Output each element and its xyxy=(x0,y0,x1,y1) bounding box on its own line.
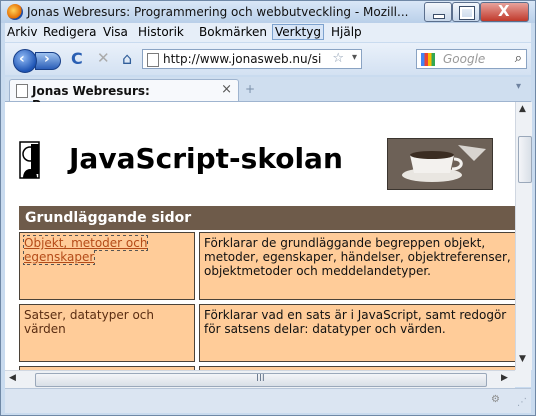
table-cell-link: Objekt, metoder och egenskaper xyxy=(19,232,195,300)
horizontal-scroll-thumb[interactable]: III xyxy=(35,373,487,387)
connection-icon: ⚙ xyxy=(491,394,500,405)
menu-redigera[interactable]: Redigera xyxy=(43,25,96,39)
google-icon[interactable] xyxy=(421,53,435,66)
firefox-icon xyxy=(7,4,23,20)
coffee-cup-icon xyxy=(387,138,493,190)
menu-visa[interactable]: Visa xyxy=(103,25,128,39)
page-title: JavaScript-skolan xyxy=(69,142,343,175)
tab-close-icon[interactable]: × xyxy=(221,82,232,97)
search-icon[interactable]: ⌕ xyxy=(515,51,522,66)
close-icon: X xyxy=(498,2,510,20)
vertical-scrollbar[interactable]: ▲ ▼ xyxy=(515,102,532,370)
window-title: Jonas Webresurs: Programmering och webbu… xyxy=(27,5,409,19)
back-arrow-icon: ‹ xyxy=(19,51,25,67)
home-icon[interactable]: ⌂ xyxy=(122,49,132,68)
menu-arkiv[interactable]: Arkiv xyxy=(7,25,38,39)
menu-bokmarken[interactable]: Bokmärken xyxy=(199,25,267,39)
menu-hjalp[interactable]: Hjälp xyxy=(331,25,362,39)
reload-icon[interactable]: C xyxy=(71,49,83,68)
scroll-grip-icon: III xyxy=(256,373,265,384)
scroll-left-icon[interactable]: ◀ xyxy=(9,373,16,383)
browser-window: Jonas Webresurs: Programmering och webbu… xyxy=(0,0,536,416)
tab-list-icon[interactable]: ▾ xyxy=(516,81,528,95)
tab-page-icon xyxy=(16,84,28,98)
close-button[interactable]: X xyxy=(480,2,529,22)
url-dropdown-icon[interactable]: ▾ xyxy=(352,52,357,63)
minimize-button[interactable] xyxy=(424,2,452,22)
stop-icon[interactable]: ✕ xyxy=(97,49,110,67)
menu-verktyg[interactable]: Verktyg xyxy=(272,24,324,40)
title-bar[interactable]: Jonas Webresurs: Programmering och webbu… xyxy=(1,1,535,23)
scroll-right-icon[interactable]: ▶ xyxy=(501,373,508,383)
link-satser-datatyper-varden[interactable]: Satser, datatyper och värden xyxy=(24,308,154,336)
scroll-up-icon[interactable]: ▲ xyxy=(519,104,526,114)
maximize-button[interactable] xyxy=(452,2,480,22)
bookmark-star-icon[interactable]: ☆ xyxy=(332,51,344,66)
forward-button[interactable]: › xyxy=(35,51,61,70)
status-bar: ⚙ ⋰ xyxy=(5,388,531,413)
new-tab-button[interactable]: + xyxy=(245,82,255,96)
navigation-toolbar: › ‹ C ✕ ⌂ http://www.jonasweb.nu/si ☆ ▾ … xyxy=(5,43,531,75)
back-button[interactable]: ‹ xyxy=(13,49,37,73)
menu-historik[interactable]: Historik xyxy=(138,25,184,39)
search-placeholder: Google xyxy=(443,52,486,66)
table-cell-description: Förklarar vad en sats är i JavaScript, s… xyxy=(199,304,515,362)
tab-active[interactable]: Jonas Webresurs: Programm... × xyxy=(9,79,239,112)
vertical-scroll-thumb[interactable] xyxy=(518,136,532,183)
page-icon xyxy=(147,53,159,67)
scroll-down-icon[interactable]: ▼ xyxy=(519,354,526,364)
section-header: Grundläggande sidor xyxy=(19,206,515,230)
page-viewport: JavaScript-skolan Grundläggande sidor Ob… xyxy=(5,102,515,370)
resize-grip-icon[interactable]: ⋰ xyxy=(517,397,527,408)
scroll-corner xyxy=(515,370,531,387)
url-text: http://www.jonasweb.nu/si xyxy=(163,52,322,66)
table-cell-link: Satser, datatyper och värden xyxy=(19,304,195,362)
back-forward-group: › ‹ xyxy=(13,49,61,73)
link-objekt-metoder-egenskaper[interactable]: Objekt, metoder och egenskaper xyxy=(22,235,149,265)
menu-bar: Arkiv Redigera Visa Historik Bokmärken V… xyxy=(5,23,531,42)
tab-bar: Jonas Webresurs: Programm... × + ▾ xyxy=(5,77,531,112)
site-header: JavaScript-skolan xyxy=(17,132,497,192)
table-cell-description: Förklarar de grundläggande begreppen obj… xyxy=(199,232,515,300)
portrait-logo-icon xyxy=(17,138,43,182)
horizontal-scrollbar[interactable]: ◀ III ▶ xyxy=(5,370,515,388)
search-box[interactable]: Google ⌕ xyxy=(416,49,527,69)
address-bar[interactable]: http://www.jonasweb.nu/si ☆ ▾ xyxy=(142,49,362,69)
forward-arrow-icon: › xyxy=(44,51,50,67)
